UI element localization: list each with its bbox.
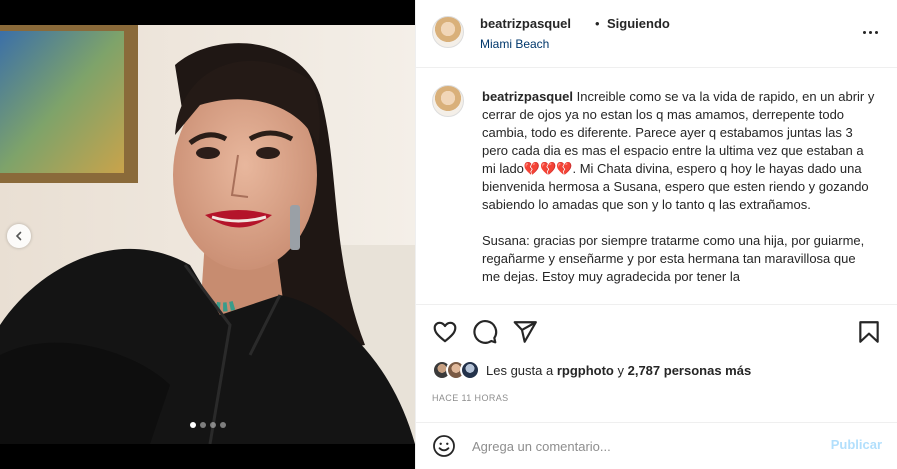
- post-location[interactable]: Miami Beach: [480, 37, 549, 51]
- author-username[interactable]: beatrizpasquel: [480, 16, 571, 31]
- post-header: beatrizpasquel • Siguiendo Miami Beach: [416, 0, 897, 68]
- add-comment-bar: Publicar: [416, 422, 897, 469]
- carousel-dot: [199, 422, 206, 428]
- comments-scroll-area[interactable]: beatrizpasquel Increible como se va la v…: [416, 69, 897, 305]
- carousel-indicator: [0, 422, 415, 428]
- other-likes-count[interactable]: 2,787 personas más: [628, 363, 752, 378]
- save-button[interactable]: [856, 319, 882, 345]
- more-dot-icon: [874, 30, 878, 34]
- smiley-icon: [433, 435, 455, 457]
- likes-connector: y: [613, 362, 628, 378]
- following-button[interactable]: Siguiendo: [607, 16, 670, 31]
- caption-text-part2: . Mi Chata divina, espero q hoy le hayas…: [482, 161, 869, 284]
- post-actions-bar: [416, 306, 897, 354]
- publish-button[interactable]: Publicar: [831, 437, 882, 452]
- carousel-prev-button[interactable]: [7, 224, 31, 248]
- likes-prefix: Les gusta a: [486, 362, 557, 378]
- post-caption: beatrizpasquel Increible como se va la v…: [482, 88, 876, 286]
- post-photo[interactable]: [0, 25, 415, 444]
- separator-dot: •: [595, 16, 600, 31]
- broken-heart-emojis: 💔💔💔: [523, 161, 573, 176]
- post-details-panel: beatrizpasquel • Siguiendo Miami Beach b…: [415, 0, 897, 469]
- liker-avatar[interactable]: [460, 360, 480, 380]
- more-dot-icon: [868, 30, 872, 34]
- post-media: [0, 0, 415, 469]
- first-liker-username[interactable]: rpgphoto: [557, 363, 614, 378]
- carousel-dot: [189, 422, 196, 428]
- comment-input[interactable]: [472, 436, 812, 456]
- more-options-button[interactable]: [859, 24, 881, 40]
- carousel-dot: [209, 422, 216, 428]
- emoji-button[interactable]: [432, 434, 456, 458]
- share-button[interactable]: [512, 319, 538, 345]
- more-dot-icon: [862, 30, 866, 34]
- chevron-left-icon: [15, 231, 22, 241]
- woman-portrait-image: [0, 25, 415, 444]
- send-icon: [513, 321, 537, 343]
- instagram-post: beatrizpasquel • Siguiendo Miami Beach b…: [0, 0, 897, 469]
- carousel-dot: [219, 422, 226, 428]
- caption-author-avatar[interactable]: [432, 85, 464, 117]
- heart-icon: [433, 321, 457, 343]
- like-button[interactable]: [432, 319, 458, 345]
- comment-icon: [473, 320, 498, 344]
- author-avatar[interactable]: [432, 16, 464, 48]
- post-timestamp[interactable]: HACE 11 HORAS: [432, 393, 509, 403]
- likes-text[interactable]: Les gusta a rpgphoto y 2,787 personas má…: [486, 363, 751, 378]
- comment-button[interactable]: [472, 319, 498, 345]
- likes-summary: Les gusta a rpgphoto y 2,787 personas má…: [432, 359, 751, 381]
- bookmark-icon: [859, 321, 879, 343]
- caption-username[interactable]: beatrizpasquel: [482, 89, 573, 104]
